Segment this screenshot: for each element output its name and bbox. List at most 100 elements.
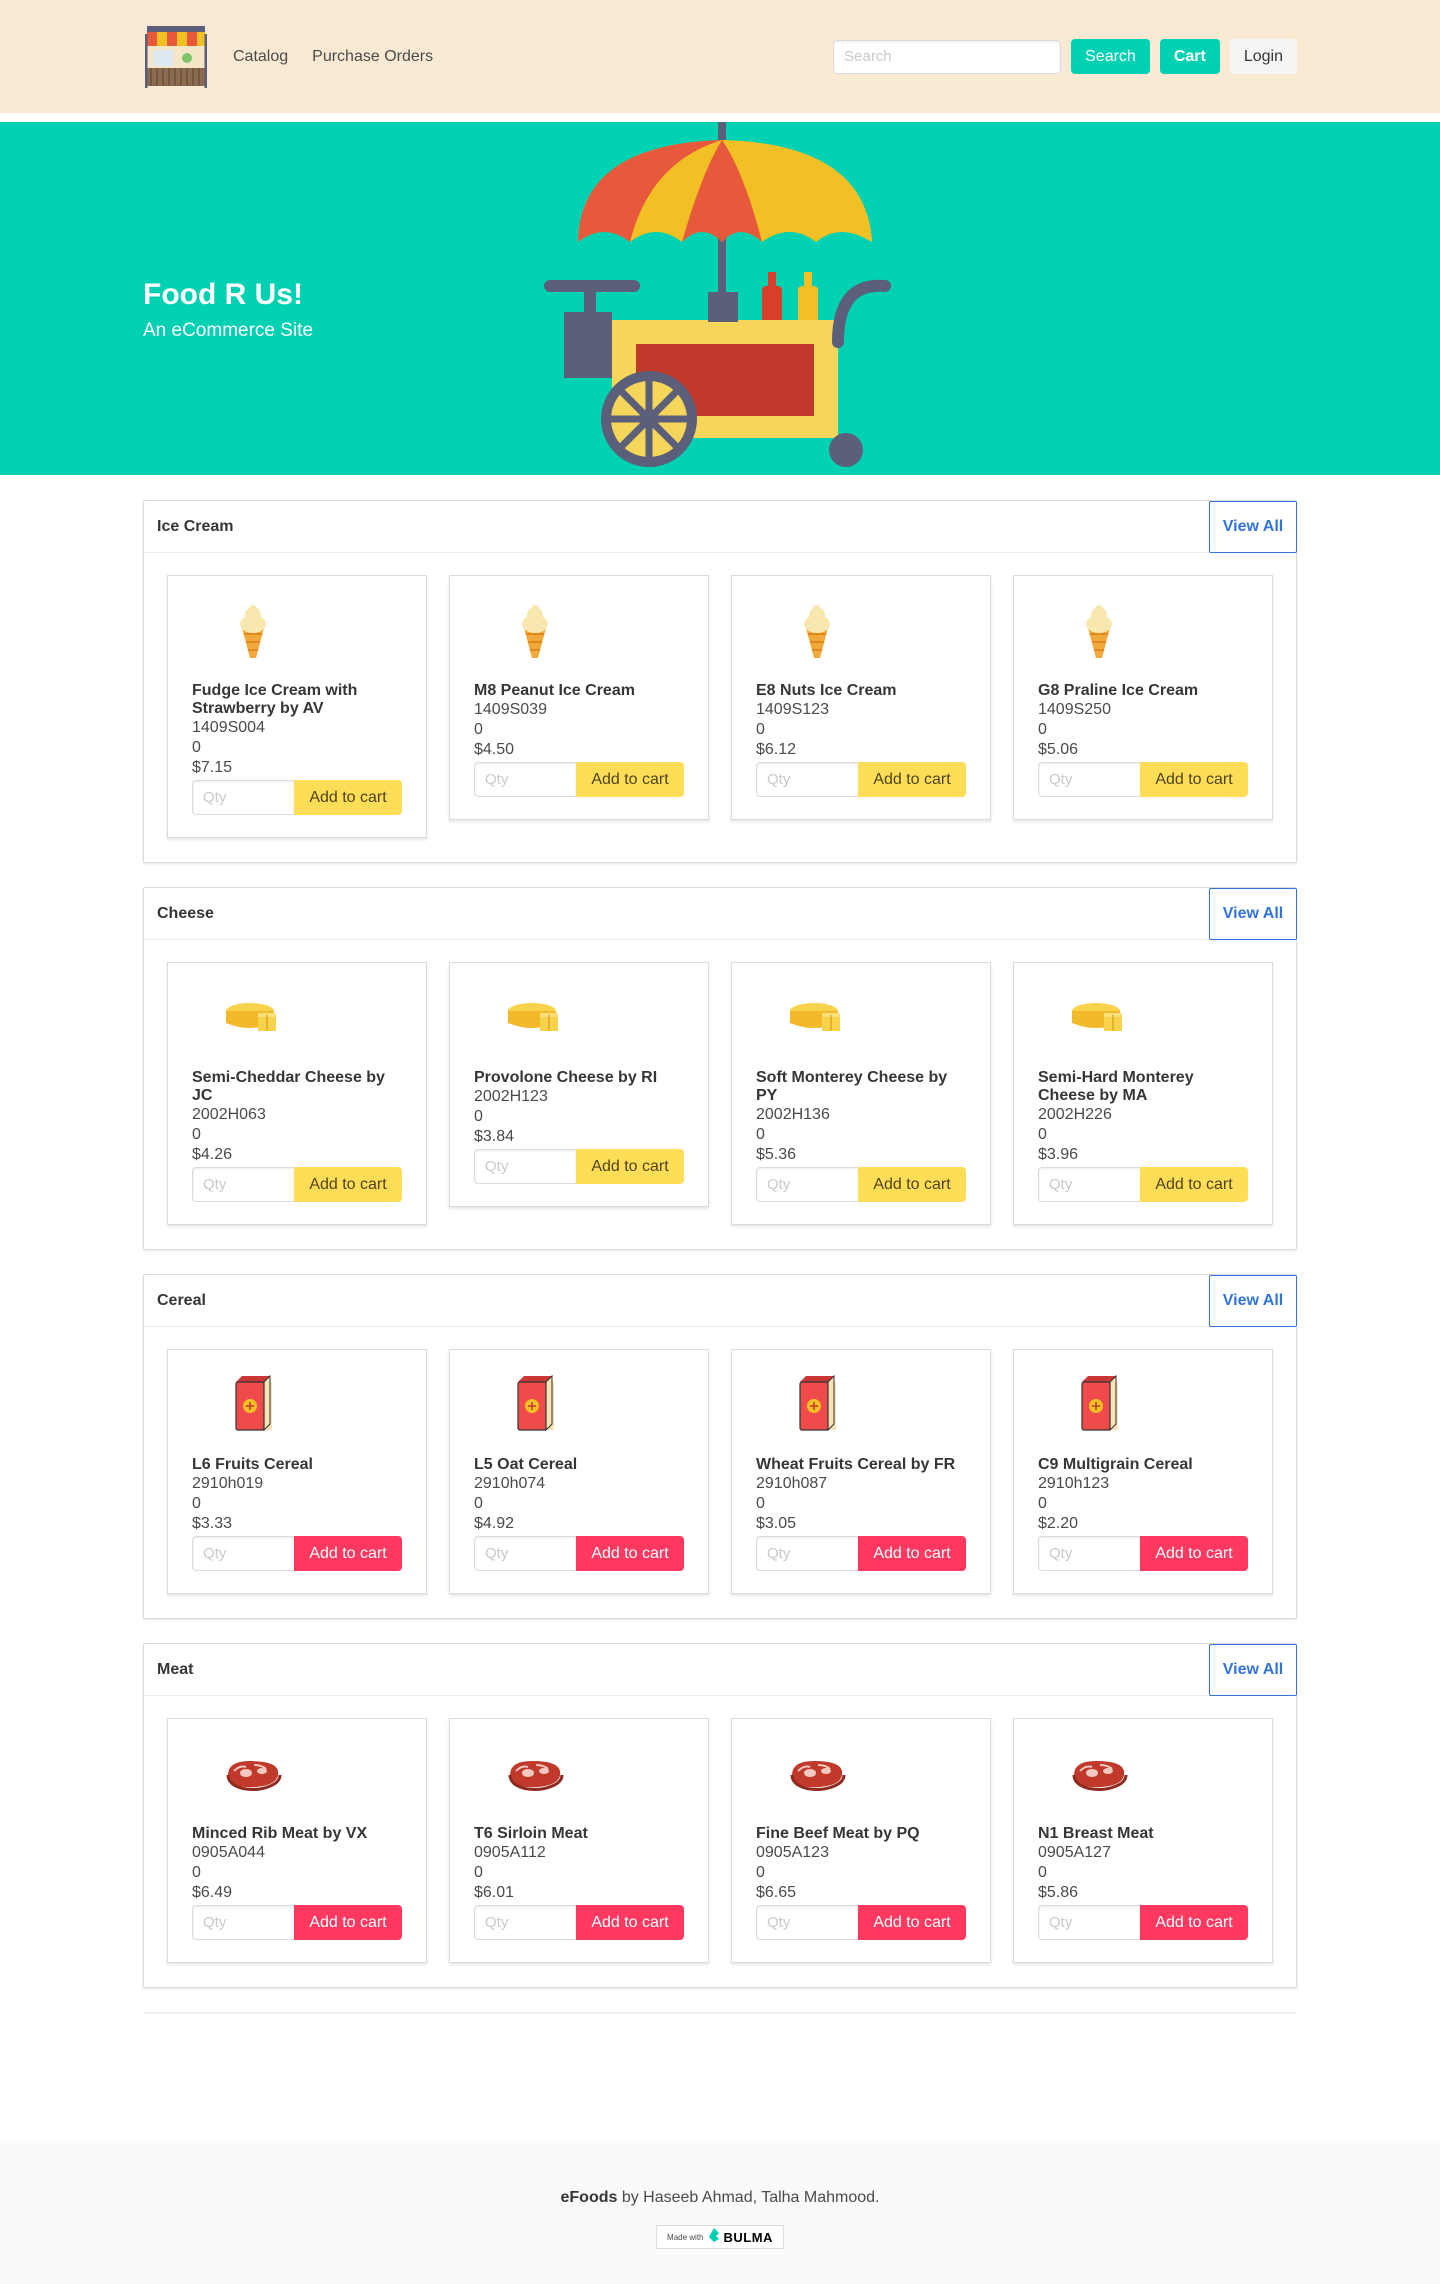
food-cart-illustration-icon xyxy=(540,122,910,475)
product-name: Fudge Ice Cream with Strawberry by AV xyxy=(192,682,358,717)
add-to-cart-button[interactable]: Add to cart xyxy=(294,1536,402,1571)
product-name: Fine Beef Meat by PQ xyxy=(756,1825,920,1842)
product-price: $6.65 xyxy=(756,1884,797,1901)
footer: eFoods by Haseeb Ahmad, Talha Mahmood. M… xyxy=(0,2141,1440,2284)
nav-link-catalog[interactable]: Catalog xyxy=(233,48,288,66)
qty-input[interactable] xyxy=(1038,762,1140,797)
product-card: L5 Oat Cereal 2910h074 0 $4.92 Add to ca… xyxy=(449,1349,709,1594)
qty-input[interactable] xyxy=(192,1905,294,1940)
qty-input[interactable] xyxy=(1038,1167,1140,1202)
meat-steak-icon xyxy=(502,1741,568,1807)
made-with-bulma-badge[interactable]: Made with BULMA xyxy=(656,2225,784,2249)
bulma-wordmark: BULMA xyxy=(723,2229,773,2245)
add-to-cart-button[interactable]: Add to cart xyxy=(576,762,684,797)
category-section-cheese: Cheese View All Semi-Cheddar Cheese by J… xyxy=(143,887,1297,1250)
product-price: $3.84 xyxy=(474,1128,515,1145)
category-section-meat: Meat View All Minced Rib Meat by VX 0905… xyxy=(143,1643,1297,1988)
product-code: 1409S039 xyxy=(474,701,547,718)
product-name: Wheat Fruits Cereal by FR xyxy=(756,1456,956,1473)
product-card: Fine Beef Meat by PQ 0905A123 0 $6.65 Ad… xyxy=(731,1718,991,1963)
add-to-cart-button[interactable]: Add to cart xyxy=(858,762,966,797)
product-code: 0905A127 xyxy=(1038,1844,1111,1861)
product-quantity: 0 xyxy=(1038,1864,1047,1881)
qty-input[interactable] xyxy=(756,1536,858,1571)
cart-button[interactable]: Cart xyxy=(1159,39,1220,74)
section-title: Cereal xyxy=(157,1291,206,1309)
add-to-cart-button[interactable]: Add to cart xyxy=(294,1905,402,1940)
product-name: E8 Nuts Ice Cream xyxy=(756,682,897,699)
category-section-cereal: Cereal View All L6 Fruits Cereal 2910h01… xyxy=(143,1274,1297,1619)
ice-cream-icon xyxy=(502,598,568,664)
qty-input[interactable] xyxy=(474,1905,576,1940)
cheese-icon xyxy=(1066,985,1132,1051)
add-to-cart-button[interactable]: Add to cart xyxy=(1140,1905,1248,1940)
product-code: 2002H136 xyxy=(756,1106,830,1123)
product-card: G8 Praline Ice Cream 1409S250 0 $5.06 Ad… xyxy=(1013,575,1273,820)
product-quantity: 0 xyxy=(1038,1126,1047,1143)
qty-input[interactable] xyxy=(1038,1905,1140,1940)
ice-cream-icon xyxy=(1066,598,1132,664)
qty-input[interactable] xyxy=(756,1905,858,1940)
add-to-cart-button[interactable]: Add to cart xyxy=(576,1536,684,1571)
product-name: M8 Peanut Ice Cream xyxy=(474,682,635,699)
product-price: $2.20 xyxy=(1038,1515,1079,1532)
qty-input[interactable] xyxy=(192,1536,294,1571)
cheese-icon xyxy=(502,985,568,1051)
qty-input[interactable] xyxy=(756,1167,858,1202)
qty-input[interactable] xyxy=(1038,1536,1140,1571)
add-to-cart-button[interactable]: Add to cart xyxy=(294,1167,402,1202)
footer-credit: eFoods by Haseeb Ahmad, Talha Mahmood. xyxy=(0,2189,1440,2207)
product-code: 2002H063 xyxy=(192,1106,266,1123)
add-to-cart-button[interactable]: Add to cart xyxy=(1140,762,1248,797)
product-code: 2002H123 xyxy=(474,1088,548,1105)
qty-input[interactable] xyxy=(192,1167,294,1202)
product-code: 1409S250 xyxy=(1038,701,1111,718)
cereal-box-icon xyxy=(220,1372,286,1438)
product-code: 1409S004 xyxy=(192,719,265,736)
add-to-cart-button[interactable]: Add to cart xyxy=(1140,1167,1248,1202)
product-quantity: 0 xyxy=(192,1495,201,1512)
product-code: 2910h074 xyxy=(474,1475,546,1492)
view-all-button[interactable]: View All xyxy=(1209,887,1297,940)
add-to-cart-button[interactable]: Add to cart xyxy=(576,1905,684,1940)
product-card: N1 Breast Meat 0905A127 0 $5.86 Add to c… xyxy=(1013,1718,1273,1963)
qty-input[interactable] xyxy=(474,1536,576,1571)
section-title: Ice Cream xyxy=(157,517,234,535)
product-card: M8 Peanut Ice Cream 1409S039 0 $4.50 Add… xyxy=(449,575,709,820)
add-to-cart-button[interactable]: Add to cart xyxy=(576,1149,684,1184)
cheese-icon xyxy=(220,985,286,1051)
hero-subtitle: An eCommerce Site xyxy=(143,320,314,341)
product-price: $3.96 xyxy=(1038,1146,1079,1163)
product-quantity: 0 xyxy=(192,1864,201,1881)
view-all-button[interactable]: View All xyxy=(1209,1643,1297,1696)
product-code: 2910h019 xyxy=(192,1475,264,1492)
meat-steak-icon xyxy=(220,1741,286,1807)
product-price: $5.36 xyxy=(756,1146,797,1163)
qty-input[interactable] xyxy=(192,780,294,815)
add-to-cart-button[interactable]: Add to cart xyxy=(294,780,402,815)
product-price: $4.92 xyxy=(474,1515,515,1532)
product-name: G8 Praline Ice Cream xyxy=(1038,682,1199,699)
ice-cream-icon xyxy=(784,598,850,664)
store-logo-icon[interactable] xyxy=(143,24,209,90)
product-code: 0905A044 xyxy=(192,1844,265,1861)
add-to-cart-button[interactable]: Add to cart xyxy=(1140,1536,1248,1571)
nav-link-purchase-orders[interactable]: Purchase Orders xyxy=(312,48,433,66)
add-to-cart-button[interactable]: Add to cart xyxy=(858,1905,966,1940)
view-all-button[interactable]: View All xyxy=(1209,500,1297,553)
add-to-cart-button[interactable]: Add to cart xyxy=(858,1536,966,1571)
qty-input[interactable] xyxy=(474,762,576,797)
product-quantity: 0 xyxy=(474,1495,483,1512)
product-price: $6.12 xyxy=(756,741,797,758)
bulma-logo-icon xyxy=(708,2227,719,2247)
qty-input[interactable] xyxy=(756,762,858,797)
search-button[interactable]: Search xyxy=(1071,39,1150,74)
view-all-button[interactable]: View All xyxy=(1209,1274,1297,1327)
login-button[interactable]: Login xyxy=(1229,39,1297,74)
search-input[interactable] xyxy=(833,39,1062,74)
product-card: Fudge Ice Cream with Strawberry by AV 14… xyxy=(167,575,427,838)
add-to-cart-button[interactable]: Add to cart xyxy=(858,1167,966,1202)
product-code: 2002H226 xyxy=(1038,1106,1112,1123)
product-card: Semi-Cheddar Cheese by JC 2002H063 0 $4.… xyxy=(167,962,427,1225)
qty-input[interactable] xyxy=(474,1149,576,1184)
